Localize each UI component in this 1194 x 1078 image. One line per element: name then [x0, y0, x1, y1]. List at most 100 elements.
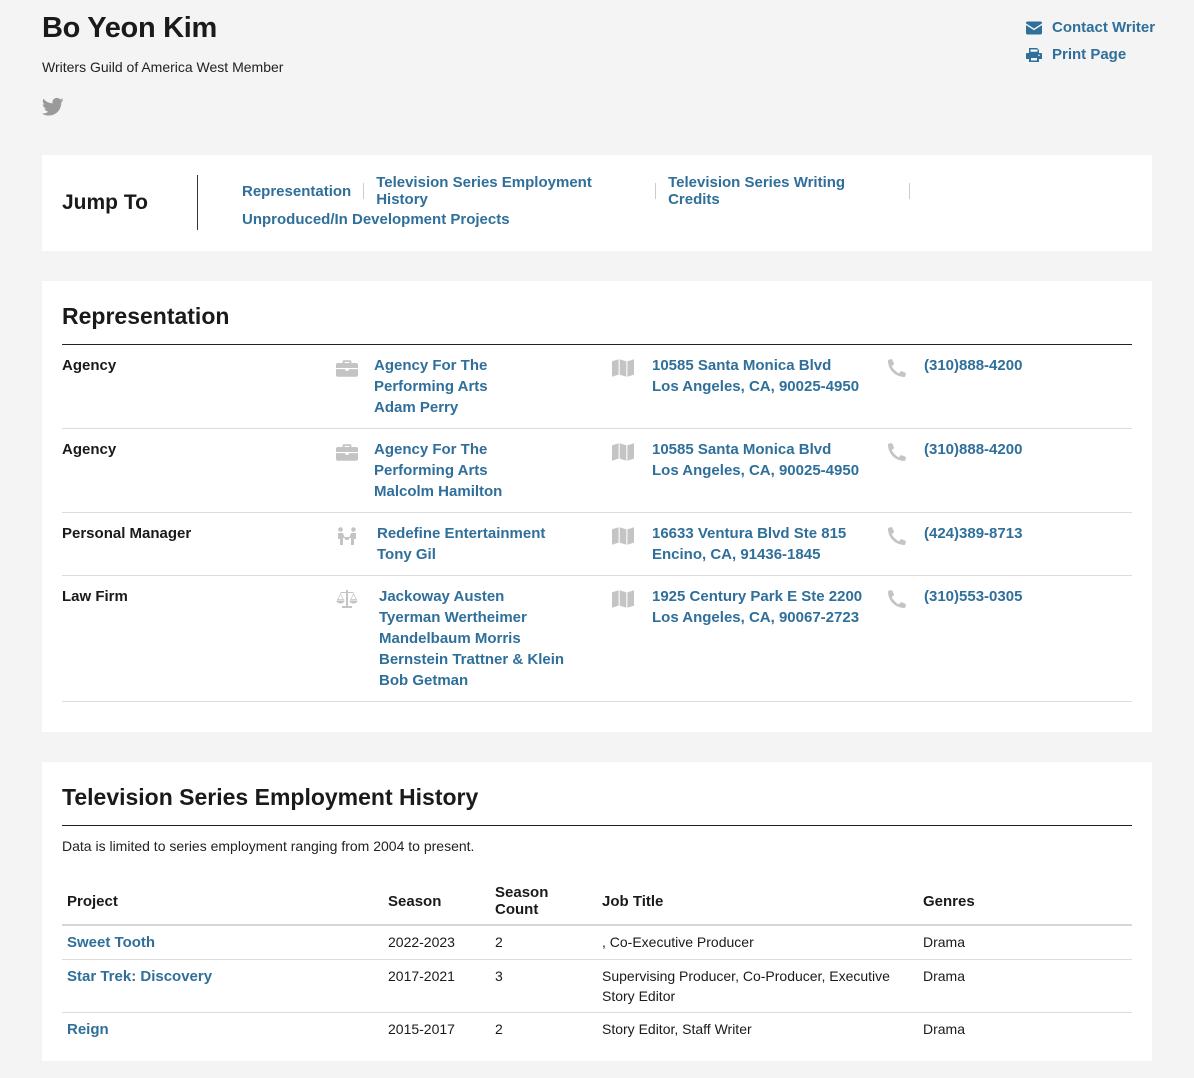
representation-panel: Representation Agency Agency For The Per…: [42, 281, 1152, 732]
writer-name: Bo Yeon Kim: [42, 12, 218, 44]
address-line[interactable]: Los Angeles, CA, 90025-4950: [652, 460, 859, 481]
rep-company[interactable]: Redefine Entertainment: [377, 523, 567, 544]
column-header-project: Project: [62, 878, 383, 926]
rep-company-block: Agency For The Performing Arts Malcolm H…: [374, 439, 564, 502]
jump-link-representation[interactable]: Representation: [242, 183, 351, 200]
rep-phone: (310)553-0305: [924, 586, 1022, 607]
genre-cell: Drama: [918, 925, 1132, 960]
project-link[interactable]: Sweet Tooth: [67, 934, 155, 951]
rep-company-block: Jackoway Austen Tyerman Wertheimer Mande…: [379, 586, 569, 691]
map-icon: [612, 590, 634, 608]
rep-address: 16633 Ventura Blvd Ste 815 Encino, CA, 9…: [652, 523, 846, 565]
rep-phone: (310)888-4200: [924, 355, 1022, 376]
phone-icon: [888, 443, 906, 461]
jump-link-employment-history[interactable]: Television Series Employment History: [376, 174, 643, 208]
rep-contact[interactable]: Bob Getman: [379, 670, 569, 691]
job-title-cell: Story Editor, Staff Writer: [602, 1021, 752, 1037]
column-header-season-count: Season Count: [490, 878, 597, 926]
scales-icon: [336, 590, 358, 608]
jump-link-writing-credits[interactable]: Television Series Writing Credits: [668, 174, 897, 208]
rep-company[interactable]: Agency For The Performing Arts: [374, 439, 564, 481]
representation-row: Agency Agency For The Performing Arts Ma…: [62, 429, 1132, 513]
season-count-cell: 2: [495, 1021, 503, 1037]
address-line[interactable]: 1925 Century Park E Ste 2200: [652, 586, 862, 607]
rep-address: 10585 Santa Monica Blvd Los Angeles, CA,…: [652, 355, 859, 397]
map-icon: [612, 443, 634, 461]
employment-table: Project Season Season Count Job Title Ge…: [62, 878, 1132, 1046]
briefcase-icon: [336, 444, 358, 461]
table-row: Star Trek: Discovery 2017-2021 3 Supervi…: [62, 959, 1132, 1013]
people-icon: [338, 527, 356, 545]
project-link[interactable]: Reign: [67, 1021, 109, 1038]
season-count-cell: 3: [490, 959, 597, 1013]
rep-type: Personal Manager: [62, 525, 192, 542]
page-actions: Contact Writer Print Page: [1026, 14, 1155, 68]
phone-number[interactable]: (424)389-8713: [924, 525, 1022, 542]
representation-title: Representation: [62, 303, 230, 329]
season-cell: 2022-2023: [383, 925, 490, 960]
phone-number[interactable]: (310)888-4200: [924, 441, 1022, 458]
season-count-cell: 2: [490, 925, 597, 960]
address-line[interactable]: Los Angeles, CA, 90025-4950: [652, 376, 859, 397]
phone-icon: [888, 359, 906, 377]
divider: [197, 175, 198, 230]
divider: [363, 183, 365, 199]
address-line[interactable]: Los Angeles, CA, 90067-2723: [652, 607, 862, 628]
jump-to-panel: Jump To Representation Television Series…: [42, 155, 1152, 251]
genre-cell: Drama: [918, 959, 1132, 1013]
table-row: Reign 2015-2017 2 Story Editor, Staff Wr…: [62, 1013, 1132, 1047]
contact-writer-label: Contact Writer: [1052, 19, 1156, 36]
rep-company[interactable]: Agency For The Performing Arts: [374, 355, 564, 397]
address-line[interactable]: 10585 Santa Monica Blvd: [652, 439, 859, 460]
rep-address: 1925 Century Park E Ste 2200 Los Angeles…: [652, 586, 862, 628]
print-page-button[interactable]: Print Page: [1026, 41, 1155, 68]
rep-company-block: Redefine Entertainment Tony Gil: [377, 523, 567, 565]
jump-to-title: Jump To: [62, 191, 148, 214]
map-icon: [612, 359, 634, 377]
representation-row: Personal Manager Redefine Entertainment …: [62, 513, 1132, 576]
membership-text: Writers Guild of America West Member: [42, 59, 284, 75]
map-icon: [612, 527, 634, 545]
rep-type: Law Firm: [62, 588, 128, 605]
project-link[interactable]: Star Trek: Discovery: [67, 968, 212, 985]
rep-contact[interactable]: Malcolm Hamilton: [374, 481, 564, 502]
rep-type: Agency: [62, 441, 117, 458]
divider: [62, 825, 1132, 826]
address-line[interactable]: Encino, CA, 91436-1845: [652, 544, 846, 565]
divider: [655, 183, 657, 199]
column-header-job-title: Job Title: [597, 878, 918, 926]
job-title-cell: Supervising Producer, Co-Producer, Execu…: [597, 959, 918, 1013]
season-cell: 2015-2017: [388, 1021, 455, 1037]
representation-row: Law Firm Jackoway Austen Tyerman Werthei…: [62, 576, 1132, 702]
phone-icon: [888, 590, 906, 608]
address-line[interactable]: 10585 Santa Monica Blvd: [652, 355, 859, 376]
rep-phone: (424)389-8713: [924, 523, 1022, 544]
employment-note: Data is limited to series employment ran…: [62, 838, 475, 854]
genre-cell: Drama: [923, 1021, 966, 1037]
twitter-icon[interactable]: [42, 97, 64, 117]
rep-company[interactable]: Jackoway Austen Tyerman Wertheimer Mande…: [379, 586, 569, 670]
season-cell: 2017-2021: [383, 959, 490, 1013]
phone-number[interactable]: (310)553-0305: [924, 588, 1022, 605]
envelope-icon: [1026, 21, 1042, 34]
jump-link-unproduced-projects[interactable]: Unproduced/In Development Projects: [242, 211, 510, 228]
address-line[interactable]: 16633 Ventura Blvd Ste 815: [652, 523, 846, 544]
contact-writer-button[interactable]: Contact Writer: [1026, 14, 1155, 41]
phone-number[interactable]: (310)888-4200: [924, 357, 1022, 374]
table-header-row: Project Season Season Count Job Title Ge…: [62, 878, 1132, 926]
briefcase-icon: [336, 360, 358, 377]
rep-type: Agency: [62, 357, 117, 374]
employment-history-title: Television Series Employment History: [62, 784, 479, 810]
rep-contact[interactable]: Tony Gil: [377, 544, 567, 565]
job-title-cell: , Co-Executive Producer: [597, 925, 918, 960]
column-header-genres: Genres: [918, 878, 1132, 926]
table-row: Sweet Tooth 2022-2023 2 , Co-Executive P…: [62, 925, 1132, 960]
print-page-label: Print Page: [1052, 46, 1127, 63]
representation-row: Agency Agency For The Performing Arts Ad…: [62, 345, 1132, 429]
writer-header: Bo Yeon Kim Writers Guild of America Wes…: [42, 12, 283, 117]
column-header-season: Season: [383, 878, 490, 926]
divider: [909, 183, 910, 199]
rep-contact[interactable]: Adam Perry: [374, 397, 564, 418]
jump-to-links: Representation Television Series Employm…: [242, 174, 922, 233]
printer-icon: [1026, 47, 1042, 62]
